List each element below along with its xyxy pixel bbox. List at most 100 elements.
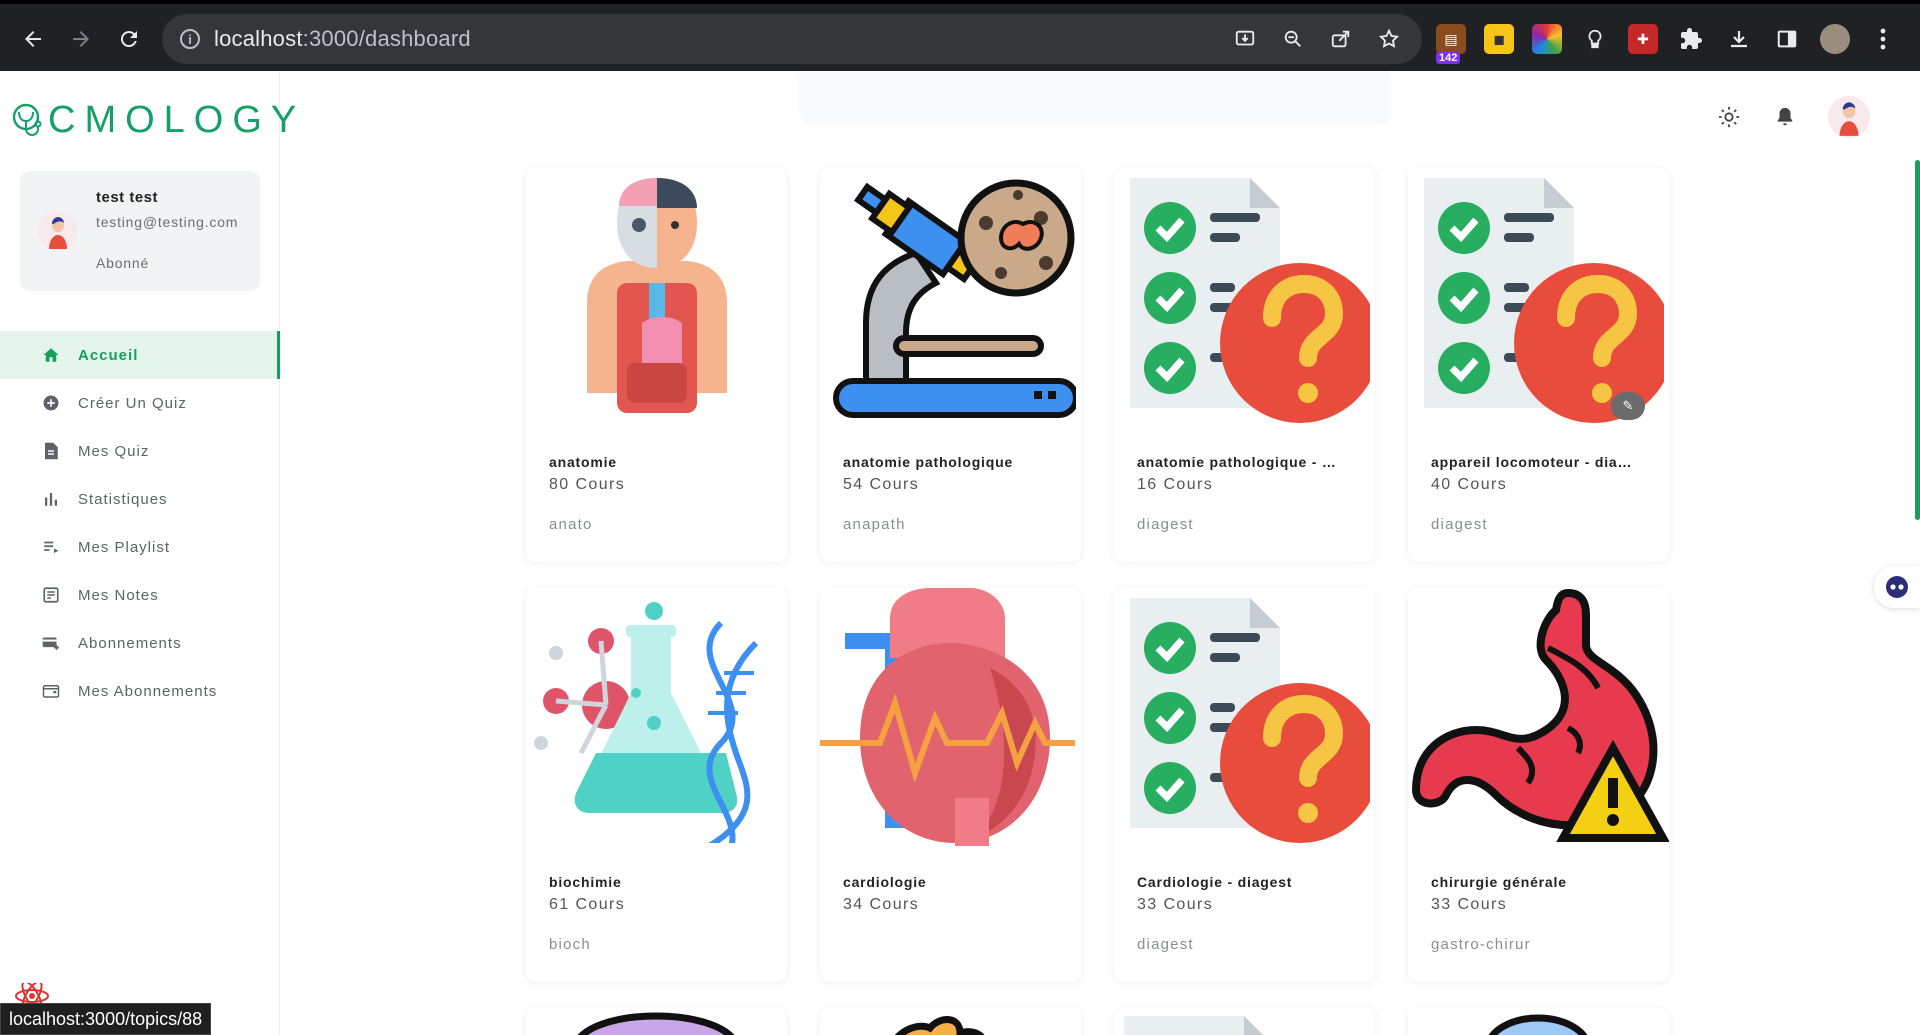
extension-color-icon[interactable] — [1532, 24, 1562, 54]
extension-keep-icon[interactable]: ◼ — [1484, 24, 1514, 54]
stethoscope-icon — [12, 103, 42, 136]
topic-card[interactable] — [1408, 1008, 1669, 1035]
profile-email: testing@testing.com — [96, 214, 239, 230]
scrollbar[interactable] — [1915, 160, 1920, 520]
topic-thumbnail — [577, 1012, 735, 1035]
browser-profile-avatar[interactable] — [1820, 24, 1850, 54]
sidebar-item-accueil[interactable]: Accueil — [0, 331, 280, 379]
user-avatar[interactable] — [1828, 96, 1870, 138]
browser-toolbar: i localhost:3000/dashboard ▤ 142 ◼ ✚ — [0, 0, 1920, 71]
notes-icon — [42, 586, 60, 604]
course-count: 16 Cours — [1137, 476, 1214, 493]
topic-title: Cardiologie - diagest — [1137, 874, 1293, 890]
profile-card[interactable]: test test testing@testing.com Abonné — [20, 171, 260, 291]
subscription-status: Abonné — [96, 255, 150, 271]
site-info-icon[interactable]: i — [180, 29, 200, 49]
topic-thumbnail — [895, 1016, 985, 1035]
sidebar-item-label: Statistiques — [78, 490, 168, 508]
extension-folder-icon[interactable]: ▤ 142 — [1436, 24, 1466, 64]
extension-puzzle-red-icon[interactable]: ✚ — [1628, 24, 1658, 54]
course-count: 33 Cours — [1431, 896, 1508, 913]
add-circle-icon — [42, 394, 60, 412]
sidebar-menu: Accueil Créer Un Quiz Mes Quiz Statistiq… — [0, 331, 280, 715]
course-count: 61 Cours — [549, 896, 626, 913]
topic-card[interactable]: ✎ appareil locomoteur - dia… 40 Cours di… — [1408, 168, 1669, 562]
bar-chart-icon — [42, 490, 60, 508]
microscope-illustration — [820, 168, 1081, 428]
bookmark-star-icon[interactable] — [1376, 26, 1402, 52]
topic-thumbnail — [1488, 1014, 1588, 1035]
topic-title: anatomie — [549, 454, 617, 470]
brand-logo[interactable]: CMOLOGY — [10, 99, 305, 142]
sidebar-item-creer-quiz[interactable]: Créer Un Quiz — [0, 379, 280, 427]
install-app-icon[interactable] — [1232, 26, 1258, 52]
brand-name: CMOLOGY — [48, 99, 306, 141]
topic-tag: diagest — [1137, 516, 1194, 533]
topic-card[interactable]: anatomie pathologique 54 Cours anapath — [820, 168, 1081, 562]
topic-tag: diagest — [1431, 516, 1488, 533]
topic-card[interactable]: biochimie 61 Cours bioch — [526, 588, 787, 982]
topic-thumbnail — [1124, 1016, 1263, 1035]
playlist-icon — [42, 538, 60, 556]
sidebar-item-label: Mes Notes — [78, 586, 159, 604]
topic-title: biochimie — [549, 874, 622, 890]
quiz-checklist-illustration — [1114, 168, 1375, 428]
link-preview-status: localhost:3000/topics/88 — [0, 1003, 212, 1035]
magic-wand-icon[interactable]: ✎ — [1611, 392, 1645, 420]
document-icon — [42, 442, 60, 460]
sidebar-item-label: Mes Abonnements — [78, 682, 218, 700]
course-count: 40 Cours — [1431, 476, 1508, 493]
topic-card[interactable] — [526, 1008, 787, 1035]
user-avatar — [38, 211, 78, 251]
address-bar[interactable]: i localhost:3000/dashboard — [162, 14, 1422, 64]
topic-card[interactable] — [820, 1008, 1081, 1035]
course-count: 54 Cours — [843, 476, 920, 493]
heart-illustration — [820, 588, 1081, 848]
extension-bulb-icon[interactable] — [1580, 24, 1610, 54]
topic-title: chirurgie générale — [1431, 874, 1567, 890]
course-count: 33 Cours — [1137, 896, 1214, 913]
chatbot-icon[interactable] — [1874, 566, 1920, 608]
topic-card[interactable]: anatomie pathologique - … 16 Cours diage… — [1114, 168, 1375, 562]
wallet-icon — [42, 682, 60, 700]
quiz-checklist-illustration — [1114, 588, 1375, 848]
share-icon[interactable] — [1328, 26, 1354, 52]
topic-card[interactable]: cardiologie 34 Cours — [820, 588, 1081, 982]
topic-card[interactable]: chirurgie générale 33 Cours gastro-chiru… — [1408, 588, 1669, 982]
topic-tag: anato — [549, 516, 593, 533]
forward-icon[interactable] — [64, 22, 98, 56]
sidebar-item-label: Abonnements — [78, 634, 182, 652]
sidebar-item-mes-playlist[interactable]: Mes Playlist — [0, 523, 280, 571]
extensions-icon[interactable] — [1676, 24, 1706, 54]
topic-card[interactable] — [1114, 1008, 1375, 1035]
zoom-icon[interactable] — [1280, 26, 1306, 52]
sidebar-item-mes-notes[interactable]: Mes Notes — [0, 571, 280, 619]
chemistry-flask-illustration — [526, 588, 787, 848]
sidebar-item-abonnements[interactable]: Abonnements — [0, 619, 280, 667]
quiz-checklist-illustration — [1408, 168, 1669, 428]
url-text[interactable]: localhost:3000/dashboard — [214, 26, 471, 52]
back-icon[interactable] — [16, 22, 50, 56]
side-panel-icon[interactable] — [1772, 24, 1802, 54]
sidebar-item-statistiques[interactable]: Statistiques — [0, 475, 280, 523]
search-bar-faded[interactable] — [800, 71, 1390, 123]
theme-toggle-icon[interactable] — [1716, 104, 1742, 130]
topic-card[interactable]: Cardiologie - diagest 33 Cours diagest — [1114, 588, 1375, 982]
topic-card[interactable]: anatomie 80 Cours anato — [526, 168, 787, 562]
sidebar-item-mes-abonnements[interactable]: Mes Abonnements — [0, 667, 280, 715]
sidebar-item-label: Mes Playlist — [78, 538, 171, 556]
sidebar-item-label: Mes Quiz — [78, 442, 150, 460]
browser-menu-icon[interactable] — [1868, 24, 1898, 54]
stomach-warning-illustration — [1408, 588, 1669, 848]
card-add-icon — [42, 634, 60, 652]
downloads-icon[interactable] — [1724, 24, 1754, 54]
topbar-actions — [1716, 96, 1870, 138]
sidebar-item-mes-quiz[interactable]: Mes Quiz — [0, 427, 280, 475]
topic-tag: diagest — [1137, 936, 1194, 953]
topic-title: anatomie pathologique — [843, 454, 1014, 470]
reload-icon[interactable] — [112, 22, 146, 56]
topic-title: cardiologie — [843, 874, 927, 890]
topic-title: anatomie pathologique - … — [1137, 454, 1337, 470]
course-count: 34 Cours — [843, 896, 920, 913]
notification-bell-icon[interactable] — [1772, 104, 1798, 130]
